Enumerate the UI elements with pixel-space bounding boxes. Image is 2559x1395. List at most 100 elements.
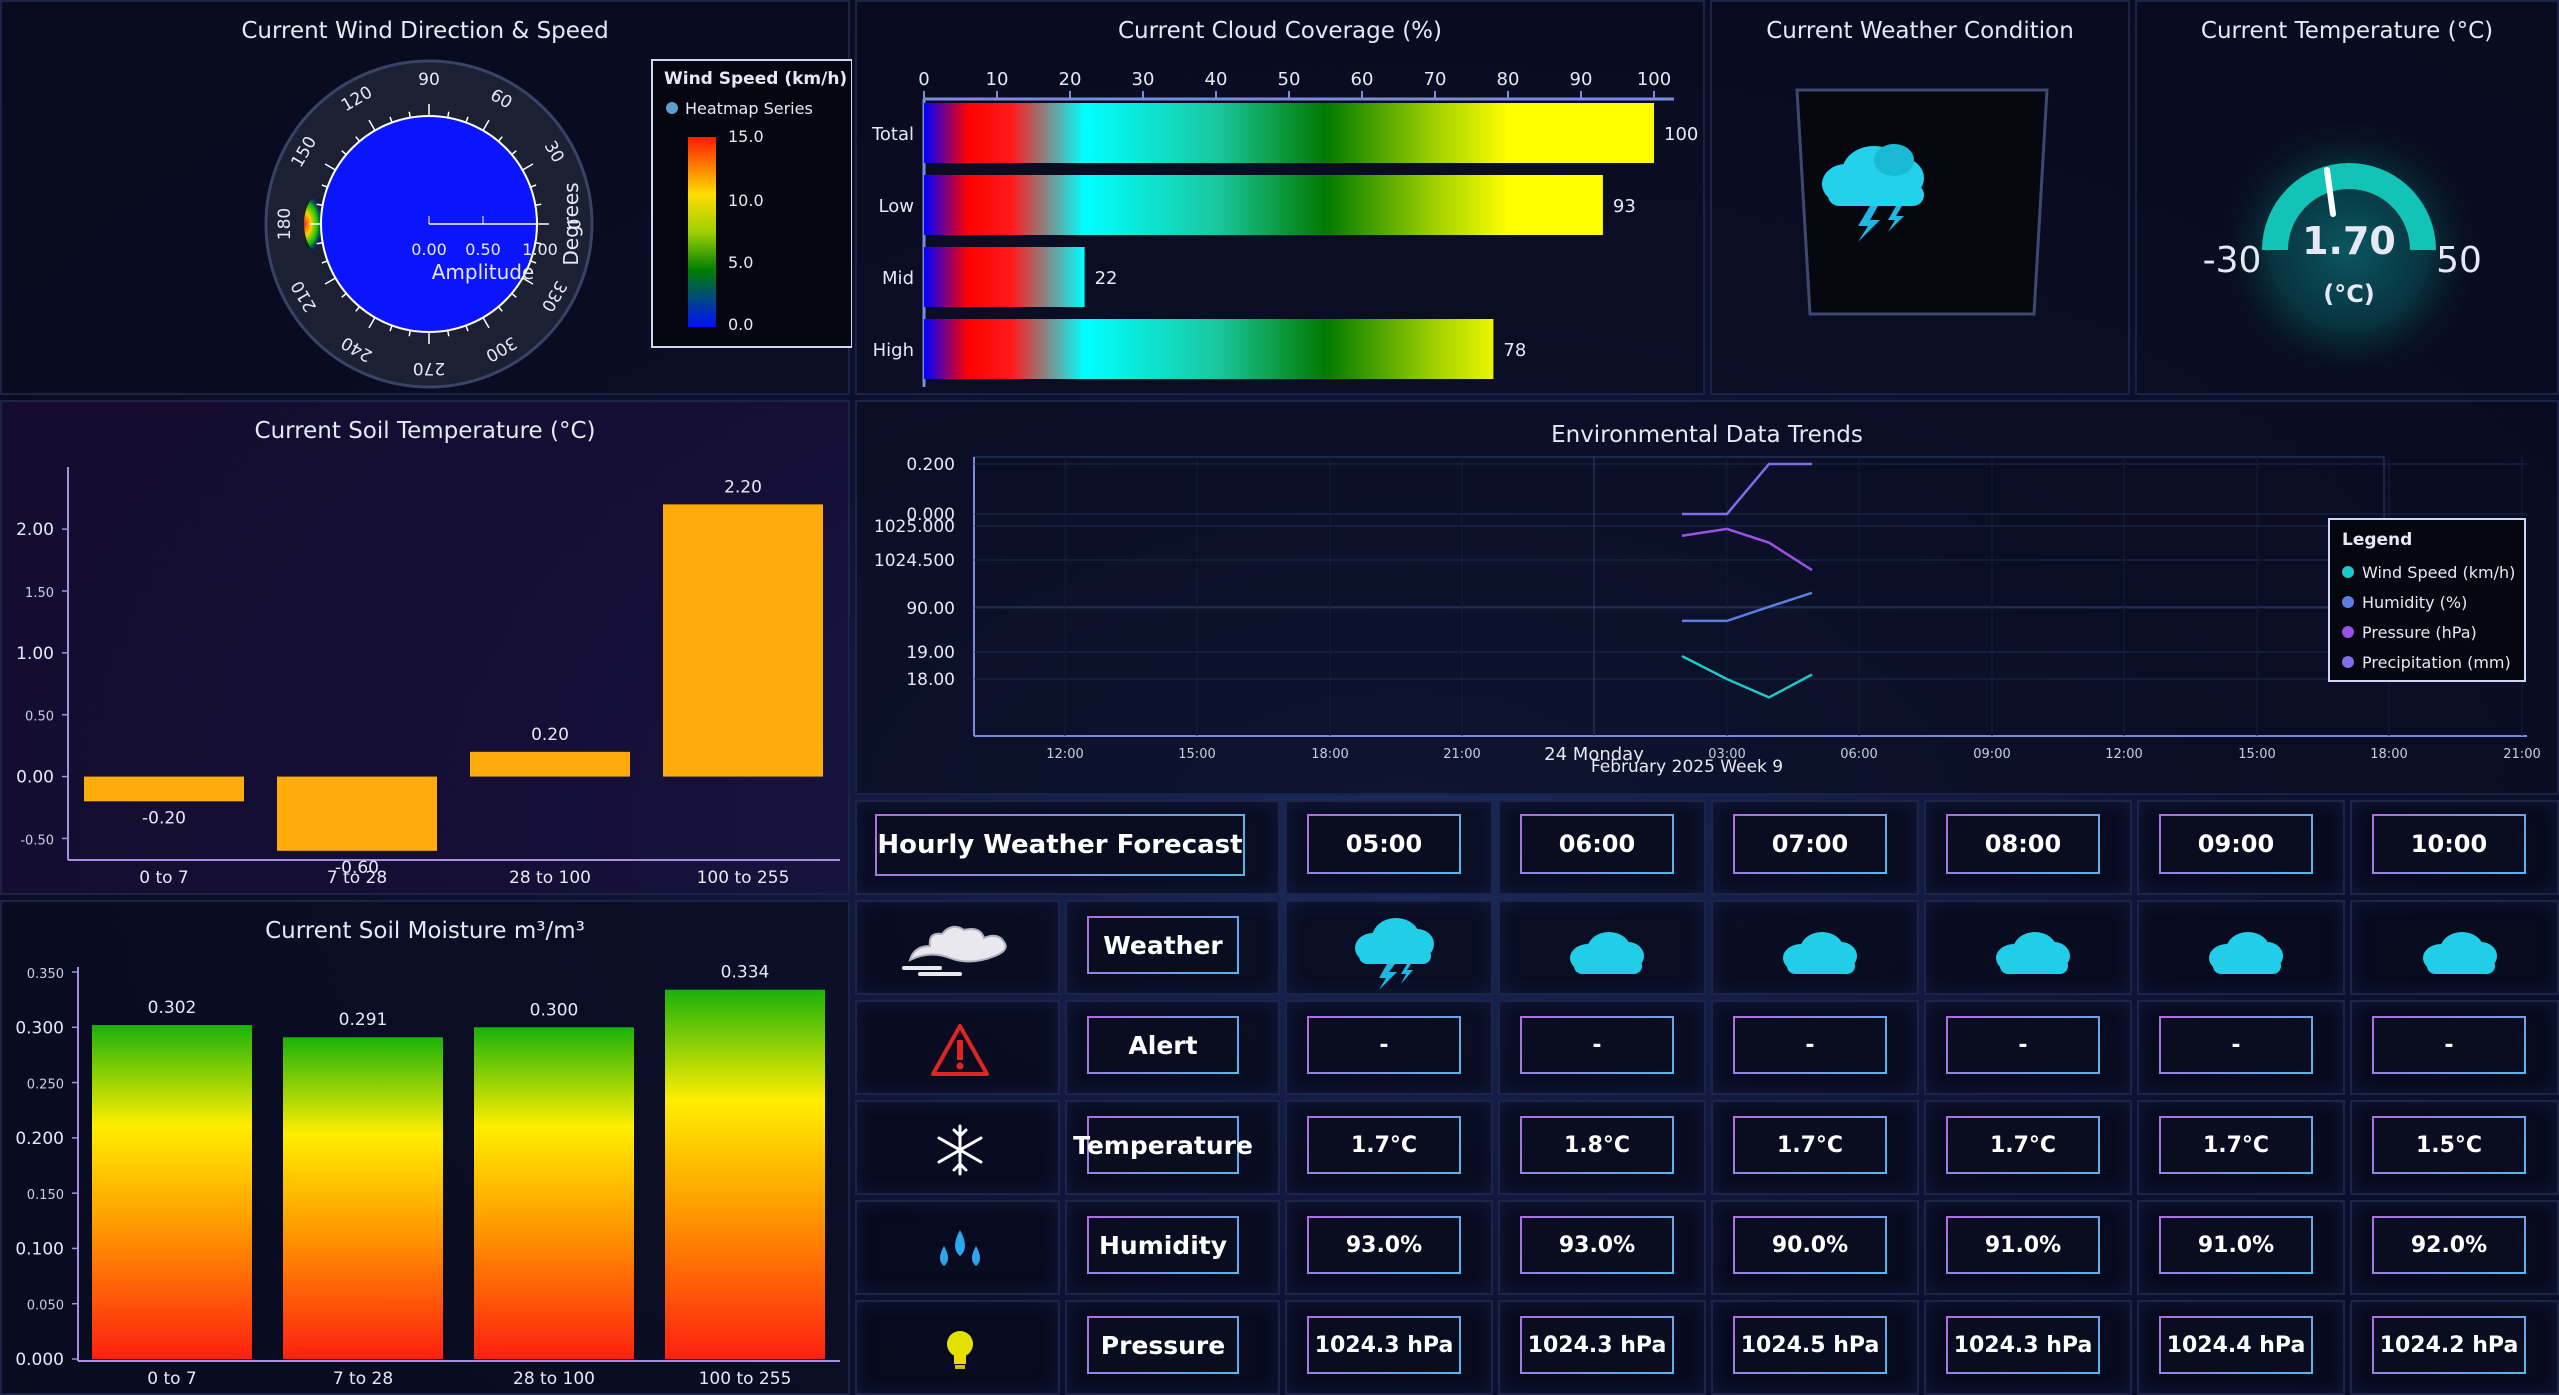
soil-temp-bar[interactable] <box>84 776 244 802</box>
cloud-tick-label: 90 <box>1570 69 1593 90</box>
forecast-value[interactable]: 1.7°C <box>1733 1116 1887 1174</box>
soil-temp-value-label: -0.20 <box>142 808 186 828</box>
soil-temp-category-label: 7 to 28 <box>327 868 387 888</box>
soil-moist-tick-label: 0.000 <box>15 1350 64 1370</box>
trends-series-line[interactable] <box>1681 527 1813 572</box>
forecast-value[interactable]: 1024.3 hPa <box>1307 1316 1461 1374</box>
forecast-hour-cell: 10:00 <box>2350 800 2559 895</box>
forecast-value[interactable]: 91.0% <box>2159 1216 2313 1274</box>
forecast-row-label-cell: Weather <box>1065 900 1280 995</box>
forecast-hour[interactable]: 09:00 <box>2159 814 2313 874</box>
forecast-value[interactable]: 1024.3 hPa <box>1520 1316 1674 1374</box>
soil-moist-tick-label: 0.250 <box>27 1078 64 1093</box>
forecast-hour[interactable]: 10:00 <box>2372 814 2526 874</box>
soil-moist-bar[interactable] <box>474 1027 634 1359</box>
cloud-bar[interactable] <box>924 175 1654 235</box>
forecast-value-cell <box>1498 900 1706 995</box>
forecast-hour[interactable]: 08:00 <box>1946 814 2100 874</box>
trends-y-tick-label: 90.00 <box>906 599 955 619</box>
forecast-value-cell: - <box>1498 1000 1706 1095</box>
cloud-icon <box>2139 902 2347 997</box>
trends-x-tick-label: 21:00 <box>2503 747 2540 762</box>
forecast-value[interactable]: - <box>2372 1016 2526 1074</box>
forecast-value[interactable]: 92.0% <box>2372 1216 2526 1274</box>
forecast-hour[interactable]: 07:00 <box>1733 814 1887 874</box>
forecast-value-cell: - <box>1285 1000 1493 1095</box>
forecast-value[interactable]: - <box>1307 1016 1461 1074</box>
trends-series-line[interactable] <box>1681 655 1813 699</box>
trends-line-chart: 0.2000.0001025.0001024.50090.0019.0018.0… <box>874 455 2541 777</box>
forecast-value-cell: 1.7°C <box>2137 1100 2345 1195</box>
trends-y-tick-label: 0.200 <box>906 455 955 475</box>
soil-moist-bar[interactable] <box>665 989 825 1359</box>
trends-legend-item[interactable]: Wind Speed (km/h) <box>2362 563 2515 582</box>
forecast-hour[interactable]: 06:00 <box>1520 814 1674 874</box>
soil-moist-tick-label: 0.300 <box>15 1018 64 1038</box>
soil-temp-value-label: 2.20 <box>724 477 762 497</box>
soil-moist-value-label: 0.334 <box>721 963 770 983</box>
forecast-value-cell: 90.0% <box>1711 1200 1919 1295</box>
forecast-value[interactable]: 1024.3 hPa <box>1946 1316 2100 1374</box>
soil-moist-tick-label: 0.150 <box>27 1188 64 1203</box>
cloud-tick-label: 60 <box>1351 69 1374 90</box>
forecast-value[interactable]: 1024.4 hPa <box>2159 1316 2313 1374</box>
forecast-value[interactable]: 1.5°C <box>2372 1116 2526 1174</box>
soil-temp-bar[interactable] <box>277 776 437 851</box>
forecast-value[interactable]: 93.0% <box>1307 1216 1461 1274</box>
cloud-bar[interactable] <box>924 247 1654 307</box>
soil-temp-category-label: 0 to 7 <box>139 868 189 888</box>
wind-scale-5: 5.0 <box>728 253 753 272</box>
soil-moist-tick-label: 0.100 <box>15 1239 64 1259</box>
cloud-bar[interactable] <box>924 319 1654 379</box>
forecast-value[interactable]: 90.0% <box>1733 1216 1887 1274</box>
forecast-value-cell <box>2350 900 2559 995</box>
forecast-header-cell: Hourly Weather Forecast <box>855 800 1280 895</box>
forecast-value-cell: 93.0% <box>1285 1200 1493 1295</box>
forecast-value[interactable]: 1.7°C <box>1946 1116 2100 1174</box>
wind-degrees-label: Degrees <box>559 182 583 265</box>
forecast-value[interactable]: 1024.5 hPa <box>1733 1316 1887 1374</box>
soil-moist-bar[interactable] <box>92 1025 252 1359</box>
cloud-bar[interactable] <box>924 103 1654 163</box>
wind-legend-title: Wind Speed (km/h) <box>664 69 847 89</box>
forecast-value[interactable]: 1.8°C <box>1520 1116 1674 1174</box>
trends-legend-item[interactable]: Humidity (%) <box>2362 593 2467 612</box>
soil-moist-tick-label: 0.200 <box>15 1129 64 1149</box>
forecast-value[interactable]: - <box>1946 1016 2100 1074</box>
soil-temp-bar[interactable] <box>663 504 823 777</box>
forecast-value-cell: 1.8°C <box>1498 1100 1706 1195</box>
forecast-value-cell: - <box>2350 1000 2559 1095</box>
trends-legend-item[interactable]: Precipitation (mm) <box>2362 653 2511 672</box>
wind-angle-tick <box>316 203 323 206</box>
trends-series-line[interactable] <box>1682 462 1812 516</box>
trends-x-tick-label: 15:00 <box>2238 747 2275 762</box>
forecast-hour-cell: 06:00 <box>1498 800 1706 895</box>
cloud-category-label: Low <box>879 196 914 217</box>
condition-frame <box>1795 88 2049 316</box>
temperature-unit: (°C) <box>2323 280 2375 308</box>
forecast-row-label: Weather <box>1087 916 1239 974</box>
forecast-value[interactable]: - <box>1733 1016 1887 1074</box>
forecast-value[interactable]: 1.7°C <box>1307 1116 1461 1174</box>
cloud-bar-chart: 0 10 20 30 40 50 60 70 80 90 100 Total 100 Low 93 Mid 22… <box>871 69 1698 387</box>
forecast-header: Hourly Weather Forecast <box>875 814 1245 876</box>
forecast-value[interactable]: 1024.2 hPa <box>2372 1316 2526 1374</box>
cloud-tick-label: 70 <box>1424 69 1447 90</box>
trends-legend-item[interactable]: Pressure (hPa) <box>2362 623 2477 642</box>
soil-moist-bar[interactable] <box>283 1037 443 1359</box>
forecast-value[interactable]: 93.0% <box>1520 1216 1674 1274</box>
forecast-value-cell: 1024.3 hPa <box>1498 1300 1706 1395</box>
trends-x-tick-label: 18:00 <box>1311 747 1348 762</box>
wind-angle-tick <box>408 111 411 118</box>
forecast-value[interactable]: - <box>2159 1016 2313 1074</box>
soil-temp-bar[interactable] <box>470 751 630 777</box>
forecast-value[interactable]: 91.0% <box>1946 1216 2100 1274</box>
soil-moist-category-label: 7 to 28 <box>333 1369 393 1389</box>
cloud-icon <box>1926 902 2134 997</box>
trends-x-caption: February 2025 Week 9 <box>1591 757 1783 777</box>
wind-radial-tick-2: 1.00 <box>522 240 558 259</box>
forecast-value[interactable]: 1.7°C <box>2159 1116 2313 1174</box>
forecast-hour[interactable]: 05:00 <box>1307 814 1461 874</box>
forecast-value[interactable]: - <box>1520 1016 1674 1074</box>
wind-panel: Current Wind Direction & Speed 90 60 30 0 33… <box>0 0 852 395</box>
